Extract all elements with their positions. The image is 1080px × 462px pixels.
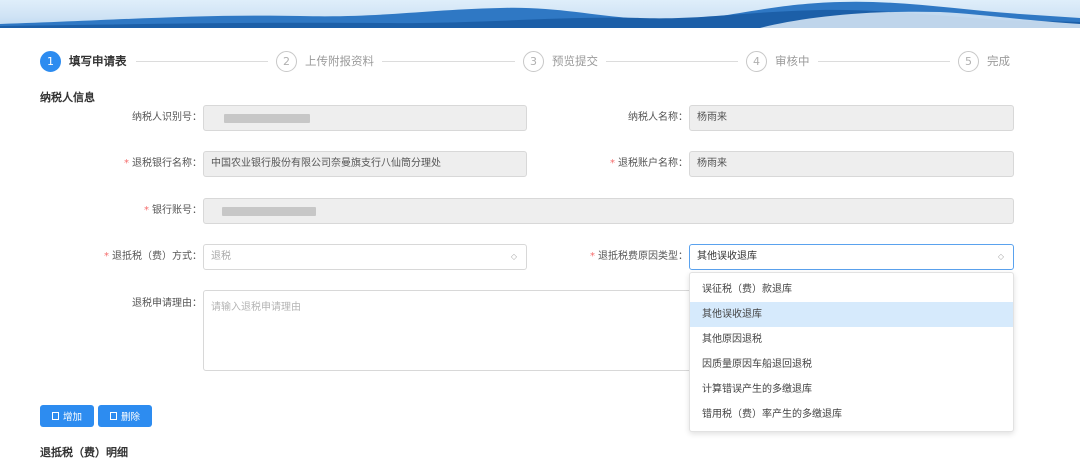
bank-name-field: 中国农业银行股份有限公司奈曼旗支行八仙筒分理处 [203, 151, 527, 177]
required-mark: * [590, 251, 595, 262]
dropdown-option-selected[interactable]: 其他误收退库 [690, 302, 1013, 327]
step-5: 5 完成 [958, 50, 1010, 72]
dropdown-option[interactable]: 计算错误产生的多缴退库 [690, 377, 1013, 402]
reason-type-label-text: 退抵税费原因类型： [598, 251, 688, 262]
step-2: 2 上传附报资料 [276, 50, 374, 72]
taxpayer-id-field [203, 105, 527, 131]
step-5-number: 5 [958, 50, 979, 72]
dropdown-option[interactable]: 错用税（费）率产生的多缴退库 [690, 402, 1013, 427]
section-title-taxpayer: 纳税人信息 [40, 91, 95, 104]
required-mark: * [104, 251, 109, 262]
step-3-number: 3 [523, 50, 544, 72]
refund-method-select[interactable]: 退税 ◇ [203, 244, 527, 270]
step-3-label: 预览提交 [552, 54, 598, 68]
redacted-value [222, 207, 316, 216]
redacted-value [224, 114, 310, 123]
select-arrow-icon: ◇ [997, 252, 1004, 261]
step-4: 4 审核中 [746, 50, 810, 72]
bank-account-label-text: 银行账号： [152, 205, 202, 216]
taxpayer-name-field: 杨雨来 [689, 105, 1014, 131]
step-3: 3 预览提交 [523, 50, 598, 72]
add-button[interactable]: 增加 [40, 405, 94, 427]
delete-button[interactable]: 删除 [98, 405, 152, 427]
reason-label: 退税申请理由： [132, 298, 202, 309]
progress-steps: 1 填写申请表 2 上传附报资料 3 预览提交 4 审核中 5 完成 [40, 50, 1015, 74]
dropdown-option[interactable]: 其他原因退税 [690, 327, 1013, 352]
dropdown-option[interactable]: 误征税（费）款退库 [690, 277, 1013, 302]
required-mark: * [610, 158, 615, 169]
account-name-label: * 退税账户名称： [610, 151, 688, 177]
reason-type-label: * 退抵税费原因类型： [590, 244, 688, 270]
step-connector [606, 61, 738, 62]
refund-method-label-text: 退抵税（费）方式： [112, 251, 202, 262]
reason-type-dropdown: 误征税（费）款退库 其他误收退库 其他原因退税 因质量原因车船退回退税 计算错误… [689, 272, 1014, 432]
step-1-label: 填写申请表 [69, 54, 127, 68]
step-4-label: 审核中 [775, 54, 810, 68]
step-1: 1 填写申请表 [40, 50, 127, 72]
select-arrow-icon: ◇ [510, 252, 517, 261]
step-1-number: 1 [40, 50, 61, 72]
required-mark: * [124, 158, 129, 169]
required-mark: * [144, 205, 149, 216]
step-5-label: 完成 [987, 54, 1010, 68]
section-title-detail: 退抵税（费）明细 [40, 446, 128, 459]
taxpayer-id-label: 纳税人识别号： [132, 112, 202, 123]
reason-type-select[interactable]: 其他误收退库 ◇ [689, 244, 1014, 270]
bank-name-label-text: 退税银行名称： [132, 158, 202, 169]
taxpayer-name-label: 纳税人名称： [628, 112, 688, 123]
step-connector [818, 61, 950, 62]
bank-account-label: * 银行账号： [144, 198, 202, 224]
refund-method-value: 退税 [211, 251, 231, 262]
step-connector [136, 61, 268, 62]
header-banner [0, 0, 1080, 28]
account-name-label-text: 退税账户名称： [618, 158, 688, 169]
dropdown-option[interactable]: 因质量原因车船退回退税 [690, 352, 1013, 377]
add-icon [51, 412, 59, 420]
step-2-number: 2 [276, 50, 297, 72]
reason-type-value: 其他误收退库 [697, 251, 757, 262]
add-button-label: 增加 [62, 412, 82, 423]
delete-button-label: 删除 [120, 412, 140, 423]
step-2-label: 上传附报资料 [305, 54, 374, 68]
account-name-field: 杨雨来 [689, 151, 1014, 177]
step-connector [382, 61, 515, 62]
delete-icon [109, 412, 117, 420]
bank-account-field [203, 198, 1014, 224]
mountain-banner-image [0, 1, 1080, 28]
bank-name-label: * 退税银行名称： [124, 151, 202, 177]
step-4-number: 4 [746, 50, 767, 72]
refund-method-label: * 退抵税（费）方式： [104, 244, 202, 270]
